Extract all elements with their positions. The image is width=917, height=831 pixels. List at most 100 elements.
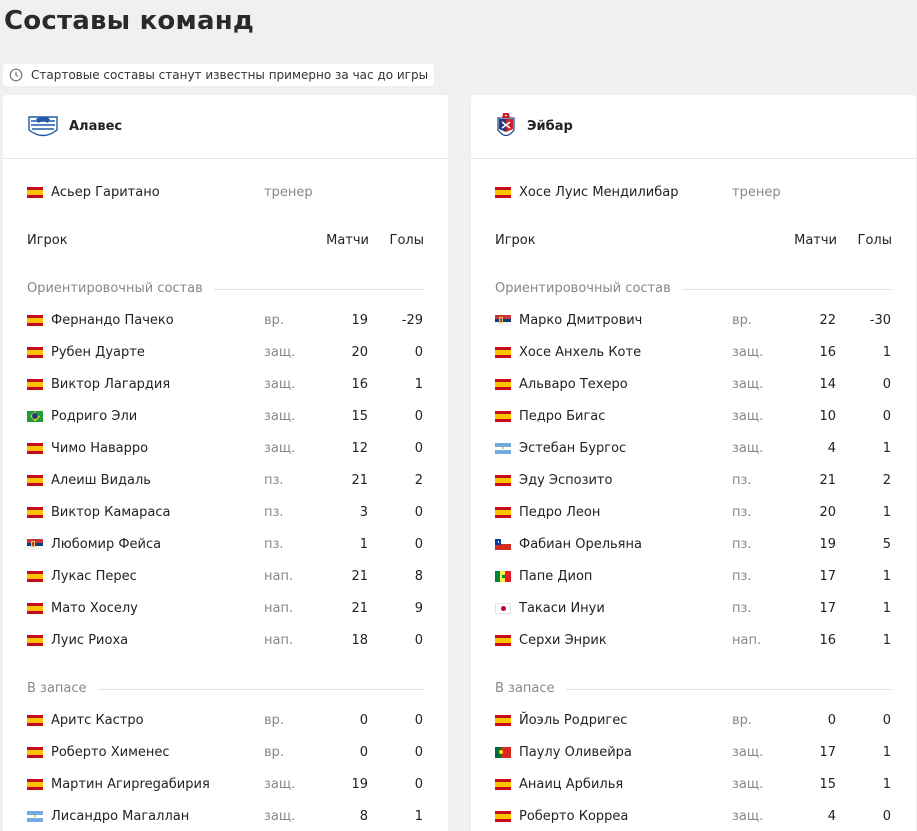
team-header[interactable]: Эйбар (471, 95, 916, 159)
team-name[interactable]: Алавес (69, 119, 122, 134)
player-row[interactable]: Такаси Инуи пз. 17 1 (495, 598, 892, 618)
player-row[interactable]: Хосе Анхель Коте защ. 16 1 (495, 342, 892, 362)
player-matches: 15 (819, 776, 836, 792)
coach-name[interactable]: Асьер Гаритано (51, 185, 264, 200)
player-row[interactable]: Педро Бигас защ. 10 0 (495, 406, 892, 426)
player-goals: 1 (414, 376, 423, 392)
player-matches: 19 (351, 312, 368, 328)
player-row[interactable]: Мато Хоселу нап. 21 9 (27, 598, 424, 618)
player-matches: 4 (827, 808, 836, 824)
coach-row[interactable]: Хосе Луис Мендилибар тренер (495, 182, 892, 202)
coach-name[interactable]: Хосе Луис Мендилибар (519, 185, 732, 200)
alaves-crest-icon (28, 115, 58, 136)
player-row[interactable]: Виктор Лагардия защ. 16 1 (27, 374, 424, 394)
page-title: Составы команд (4, 6, 255, 36)
player-matches: 21 (351, 600, 368, 616)
column-player: Игрок (27, 232, 68, 248)
flag-spain-icon (27, 746, 43, 758)
player-matches: 16 (819, 632, 836, 648)
player-row[interactable]: Луис Риоха нап. 18 0 (27, 630, 424, 650)
player-row[interactable]: Роберто Корреа защ. 4 0 (495, 806, 892, 826)
player-goals: -29 (401, 312, 423, 328)
team-header[interactable]: Алавес (3, 95, 448, 159)
player-row[interactable]: Йоэль Родригес вр. 0 0 (495, 710, 892, 730)
column-goals: Голы (389, 232, 424, 248)
player-position: пз. (732, 600, 752, 616)
player-row[interactable]: Эду Эспозито пз. 21 2 (495, 470, 892, 490)
player-row[interactable]: Мартин Агирregабирия защ. 19 0 (27, 774, 424, 794)
player-name: Серхи Энрик (519, 632, 607, 648)
table-header: Игрок Матчи Голы (495, 230, 892, 250)
player-goals: -30 (869, 312, 891, 328)
player-row[interactable]: Марко Дмитрович вр. 22 -30 (495, 310, 892, 330)
player-position: вр. (264, 744, 285, 760)
player-position: нап. (264, 600, 294, 616)
player-position: защ. (732, 744, 764, 760)
coach-row[interactable]: Асьер Гаритано тренер (27, 182, 424, 202)
player-name: Роберто Корреа (519, 808, 629, 824)
player-matches: 19 (351, 776, 368, 792)
player-name: Анаиц Арбилья (519, 776, 624, 792)
player-row[interactable]: Эстебан Бургос защ. 4 1 (495, 438, 892, 458)
player-row[interactable]: Лисандро Магаллан защ. 8 1 (27, 806, 424, 826)
team-name[interactable]: Эйбар (527, 119, 573, 134)
player-row[interactable]: Виктор Камараса пз. 3 0 (27, 502, 424, 522)
player-name: Лисандро Магаллан (51, 808, 190, 824)
player-goals: 0 (414, 744, 423, 760)
player-name: Луис Риоха (51, 632, 129, 648)
player-position: защ. (264, 408, 296, 424)
player-name: Педро Леон (519, 504, 601, 520)
flag-brazil-icon (27, 410, 43, 422)
coach-role: тренер (732, 184, 781, 200)
player-goals: 0 (414, 504, 423, 520)
player-name: Алеиш Видаль (51, 472, 151, 488)
player-matches: 21 (351, 568, 368, 584)
player-position: пз. (732, 504, 752, 520)
player-position: защ. (264, 376, 296, 392)
player-matches: 18 (351, 632, 368, 648)
player-matches: 17 (819, 568, 836, 584)
player-row[interactable]: Педро Леон пз. 20 1 (495, 502, 892, 522)
player-row[interactable]: Анаиц Арбилья защ. 15 1 (495, 774, 892, 794)
player-name: Альваро Техеро (519, 376, 628, 392)
player-position: защ. (732, 344, 764, 360)
player-name: Аритс Кастро (51, 712, 144, 728)
player-position: защ. (264, 808, 296, 824)
player-matches: 15 (351, 408, 368, 424)
section-lineup: Ориентировочный состав (27, 278, 424, 298)
player-row[interactable]: Фернандо Пачеко вр. 19 -29 (27, 310, 424, 330)
player-row[interactable]: Лукас Перес нап. 21 8 (27, 566, 424, 586)
player-row[interactable]: Роберто Хименес вр. 0 0 (27, 742, 424, 762)
player-matches: 0 (827, 712, 836, 728)
section-bench-label: В запасе (27, 680, 87, 696)
player-goals: 5 (882, 536, 891, 552)
clock-icon (9, 68, 23, 82)
player-row[interactable]: Паулу Оливейра защ. 17 1 (495, 742, 892, 762)
player-matches: 19 (819, 536, 836, 552)
player-position: защ. (264, 344, 296, 360)
player-row[interactable]: Аритс Кастро вр. 0 0 (27, 710, 424, 730)
player-row[interactable]: Алеиш Видаль пз. 21 2 (27, 470, 424, 490)
player-position: пз. (264, 472, 284, 488)
team-card-away: Эйбар Хосе Луис Мендилибар тренер Игрок Матч… (471, 95, 916, 831)
player-name: Любомир Фейса (51, 536, 162, 552)
player-position: вр. (264, 312, 285, 328)
player-row[interactable]: Чимо Наварро защ. 12 0 (27, 438, 424, 458)
flag-spain-icon (27, 714, 43, 726)
player-goals: 0 (414, 344, 423, 360)
player-row[interactable]: Серхи Энрик нап. 16 1 (495, 630, 892, 650)
section-lineup-label: Ориентировочный состав (27, 280, 203, 296)
player-matches: 8 (359, 808, 368, 824)
player-position: нап. (732, 632, 762, 648)
player-row[interactable]: Родриго Эли защ. 15 0 (27, 406, 424, 426)
flag-spain-icon (495, 810, 511, 822)
player-name: Мартин Агирregабирия (51, 776, 210, 792)
player-row[interactable]: Фабиан Орельяна пз. 19 5 (495, 534, 892, 554)
player-row[interactable]: Папе Диоп пз. 17 1 (495, 566, 892, 586)
player-row[interactable]: Рубен Дуарте защ. 20 0 (27, 342, 424, 362)
flag-serbia-icon (495, 314, 511, 326)
player-row[interactable]: Любомир Фейса пз. 1 0 (27, 534, 424, 554)
flag-spain-icon (27, 378, 43, 390)
player-name: Паулу Оливейра (519, 744, 632, 760)
player-row[interactable]: Альваро Техеро защ. 14 0 (495, 374, 892, 394)
